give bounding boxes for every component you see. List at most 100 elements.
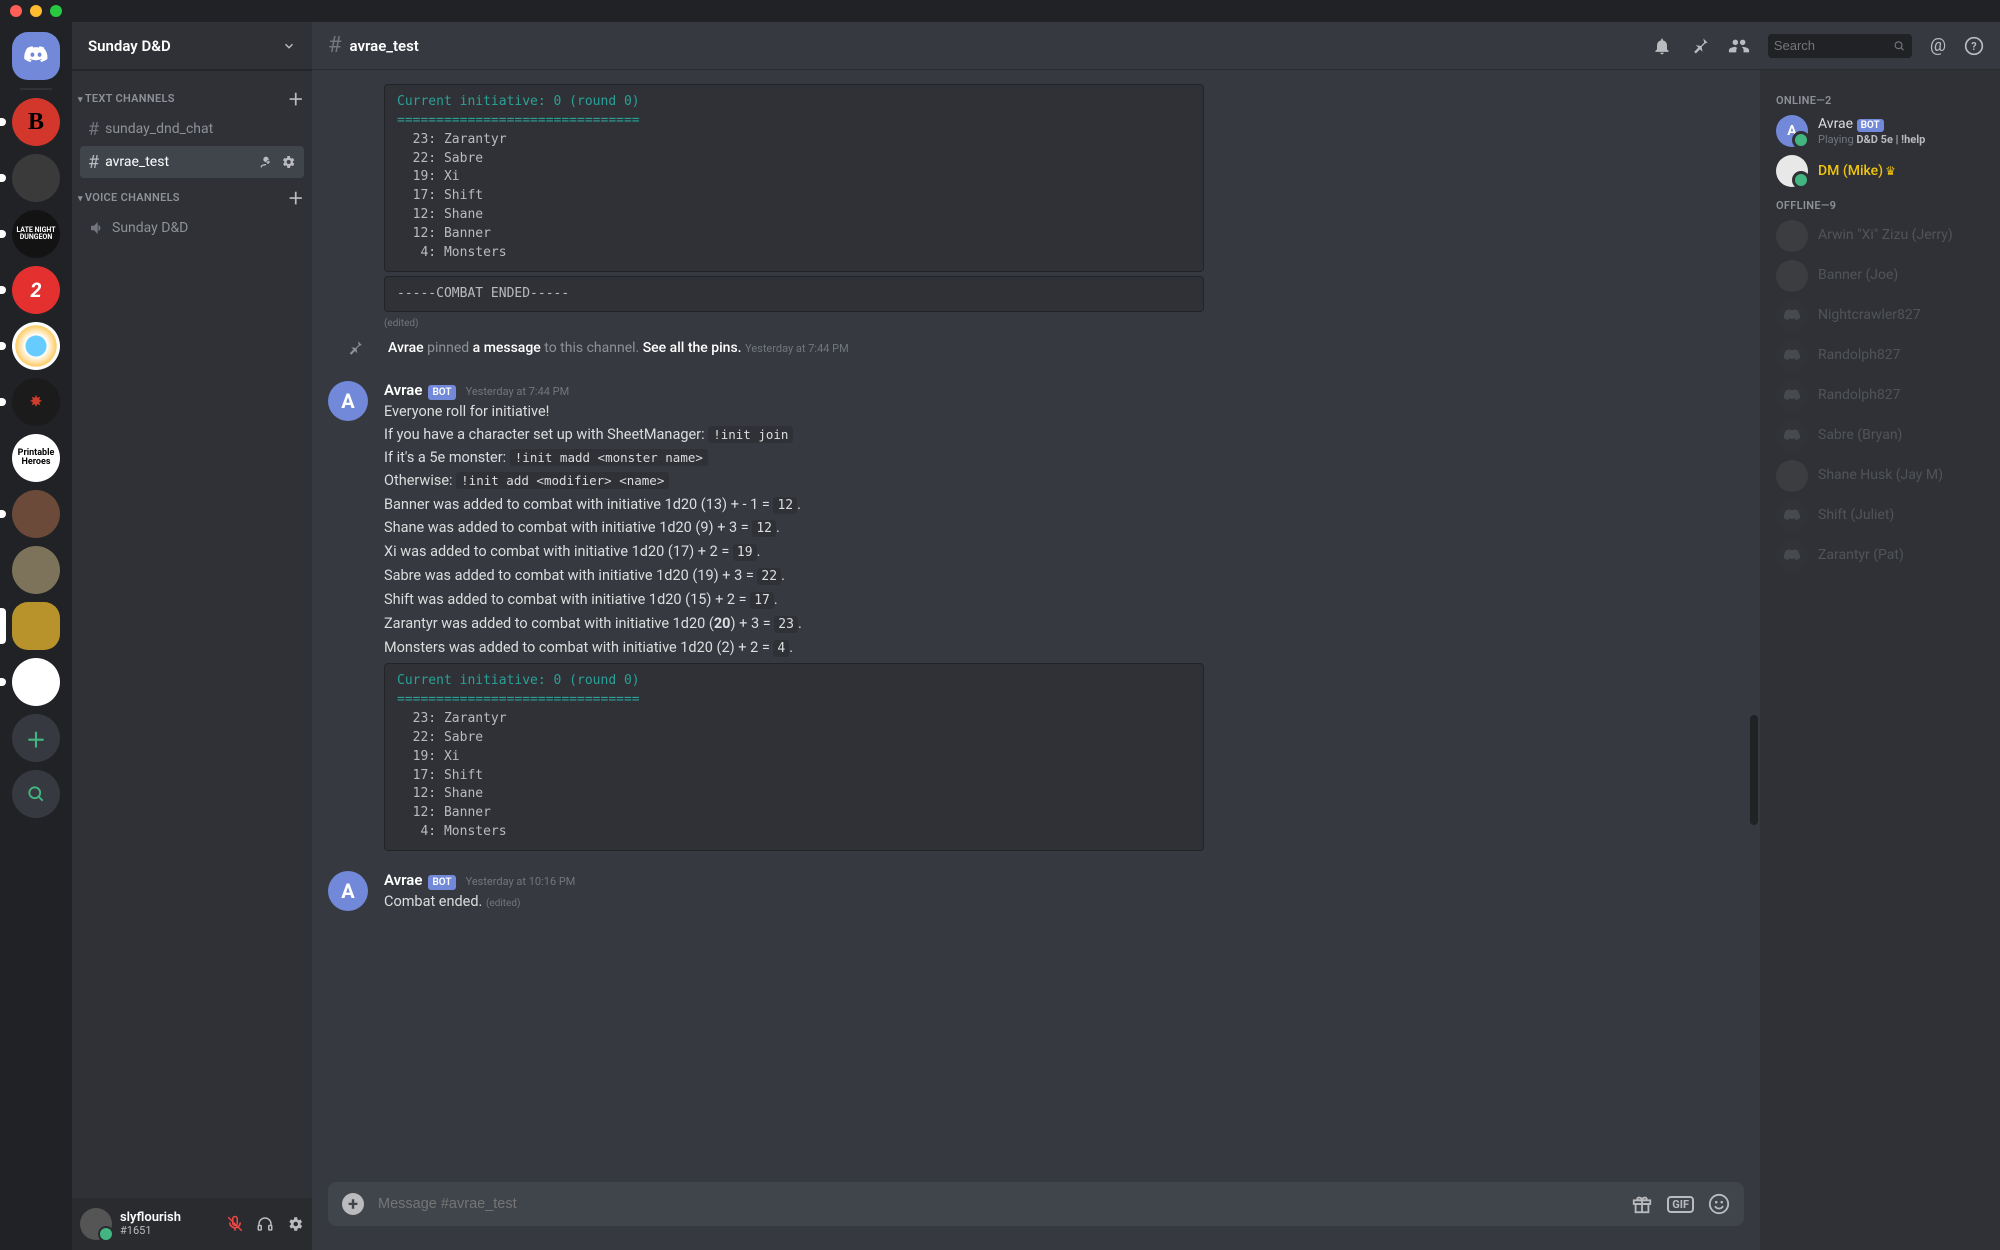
notifications-button[interactable] xyxy=(1652,36,1672,56)
search-input[interactable] xyxy=(1774,38,1893,53)
search-bar[interactable] xyxy=(1768,34,1912,58)
user-settings-button[interactable] xyxy=(286,1215,304,1233)
self-discriminator: #1651 xyxy=(120,1224,181,1237)
member-item[interactable]: Shane Husk (Jay M) xyxy=(1768,456,1992,496)
gear-icon[interactable] xyxy=(280,154,296,170)
svg-text:?: ? xyxy=(1971,40,1976,53)
pinned-messages-button[interactable] xyxy=(1690,36,1710,56)
category-text-channels[interactable]: ▾TEXT CHANNELS ＋ xyxy=(72,80,312,112)
explore-servers-button[interactable] xyxy=(12,770,60,818)
member-avatar xyxy=(1776,460,1808,492)
self-username: slyflourish xyxy=(120,1211,181,1224)
help-button[interactable]: ? xyxy=(1964,36,1984,56)
member-avatar xyxy=(1776,220,1808,252)
add-channel-button[interactable]: ＋ xyxy=(288,185,304,209)
member-avatar xyxy=(1776,300,1808,332)
zoom-window-button[interactable] xyxy=(50,5,62,17)
channel-name: Sunday D&D xyxy=(112,220,188,236)
hash-icon: # xyxy=(88,152,99,173)
add-server-button[interactable]: ＋ xyxy=(12,714,60,762)
system-pin-message: Avrae pinned a message to this channel. … xyxy=(328,329,1744,367)
message: A Avrae BOT Yesterday at 10:16 PM Combat… xyxy=(328,869,1744,915)
message-author[interactable]: Avrae xyxy=(384,381,422,399)
message-composer: + GIF xyxy=(312,1182,1760,1250)
close-window-button[interactable] xyxy=(10,5,22,17)
member-list: ONLINE—2 A Avrae BOT Playing D&D 5e | !h… xyxy=(1760,70,2000,1250)
member-avatar xyxy=(1776,260,1808,292)
invite-icon[interactable] xyxy=(258,154,274,170)
server-icon[interactable]: B xyxy=(12,98,60,146)
bot-badge: BOT xyxy=(1857,119,1884,132)
self-avatar[interactable] xyxy=(80,1208,112,1240)
member-item[interactable]: DM (Mike)♛ xyxy=(1768,151,1992,191)
voice-channel-sunday-dnd[interactable]: Sunday D&D xyxy=(80,212,304,244)
hash-icon: # xyxy=(328,33,342,58)
member-item[interactable]: Shift (Juliet) xyxy=(1768,496,1992,536)
chevron-down-icon: ▾ xyxy=(78,95,83,105)
deafen-button[interactable] xyxy=(256,1215,274,1233)
search-icon xyxy=(1893,39,1906,53)
message-timestamp: Yesterday at 7:44 PM xyxy=(466,385,570,398)
avatar[interactable]: A xyxy=(328,381,368,421)
mentions-button[interactable]: @ xyxy=(1930,35,1946,56)
server-icon[interactable]: 2 xyxy=(12,266,60,314)
server-icon[interactable] xyxy=(12,546,60,594)
member-item[interactable]: Arwin "Xi" Zizu (Jerry) xyxy=(1768,216,1992,256)
minimize-window-button[interactable] xyxy=(30,5,42,17)
see-pins-link[interactable]: See all the pins. xyxy=(643,340,742,356)
member-item[interactable]: Banner (Joe) xyxy=(1768,256,1992,296)
emoji-button[interactable] xyxy=(1708,1193,1730,1215)
home-button[interactable] xyxy=(12,32,60,80)
channel-avrae-test[interactable]: # avrae_test xyxy=(80,146,304,178)
scrollbar[interactable] xyxy=(1750,70,1758,1182)
avatar[interactable]: A xyxy=(328,871,368,911)
channel-name: avrae_test xyxy=(105,154,169,170)
message-author[interactable]: Avrae xyxy=(384,871,422,889)
add-channel-button[interactable]: ＋ xyxy=(288,86,304,110)
server-icon-active[interactable] xyxy=(12,602,60,650)
member-item[interactable]: A Avrae BOT Playing D&D 5e | !help xyxy=(1768,111,1992,151)
member-item[interactable]: Nightcrawler827 xyxy=(1768,296,1992,336)
hash-icon: # xyxy=(88,119,99,140)
server-icon[interactable]: LATE NIGHTDUNGEON xyxy=(12,210,60,258)
member-avatar xyxy=(1776,340,1808,372)
server-icon[interactable] xyxy=(12,658,60,706)
channel-sidebar: Sunday D&D ▾TEXT CHANNELS ＋ # sunday_dnd… xyxy=(72,22,312,1250)
member-avatar xyxy=(1776,155,1808,187)
mute-mic-button[interactable] xyxy=(226,1215,244,1233)
discord-logo-icon xyxy=(23,43,49,69)
edited-indicator: (edited) xyxy=(486,898,521,909)
attach-button[interactable]: + xyxy=(342,1193,364,1215)
server-icon[interactable] xyxy=(12,490,60,538)
server-name: Sunday D&D xyxy=(88,37,171,55)
gif-button[interactable]: GIF xyxy=(1667,1196,1694,1213)
server-name-header[interactable]: Sunday D&D xyxy=(72,22,312,70)
server-icon[interactable]: PrintableHeroes xyxy=(12,434,60,482)
member-avatar: A xyxy=(1776,115,1808,147)
edited-indicator: (edited) xyxy=(384,316,1744,329)
member-list-button[interactable] xyxy=(1728,35,1750,57)
member-avatar xyxy=(1776,500,1808,532)
member-item[interactable]: Randolph827 xyxy=(1768,336,1992,376)
member-avatar xyxy=(1776,380,1808,412)
member-item[interactable]: Sabre (Bryan) xyxy=(1768,416,1992,456)
member-item[interactable]: Randolph827 xyxy=(1768,376,1992,416)
compass-search-icon xyxy=(26,784,46,804)
rail-divider xyxy=(20,88,52,90)
server-rail: B LATE NIGHTDUNGEON 2 ✸ PrintableHeroes … xyxy=(0,22,72,1250)
channel-sunday-dnd-chat[interactable]: # sunday_dnd_chat xyxy=(80,113,304,145)
code-block-initiative: Current initiative: 0 (round 0) ========… xyxy=(384,84,1204,272)
server-icon[interactable] xyxy=(12,322,60,370)
member-avatar xyxy=(1776,540,1808,572)
server-icon[interactable] xyxy=(12,154,60,202)
message-timestamp: Yesterday at 10:16 PM xyxy=(466,875,576,888)
message-input[interactable] xyxy=(378,1196,1617,1212)
bot-badge: BOT xyxy=(428,875,455,890)
server-icon[interactable]: ✸ xyxy=(12,378,60,426)
member-category-online: ONLINE—2 xyxy=(1768,86,1992,111)
category-voice-channels[interactable]: ▾VOICE CHANNELS ＋ xyxy=(72,179,312,211)
category-label: TEXT CHANNELS xyxy=(85,92,175,105)
speaker-icon xyxy=(88,219,106,237)
gift-button[interactable] xyxy=(1631,1193,1653,1215)
member-item[interactable]: Zarantyr (Pat) xyxy=(1768,536,1992,576)
